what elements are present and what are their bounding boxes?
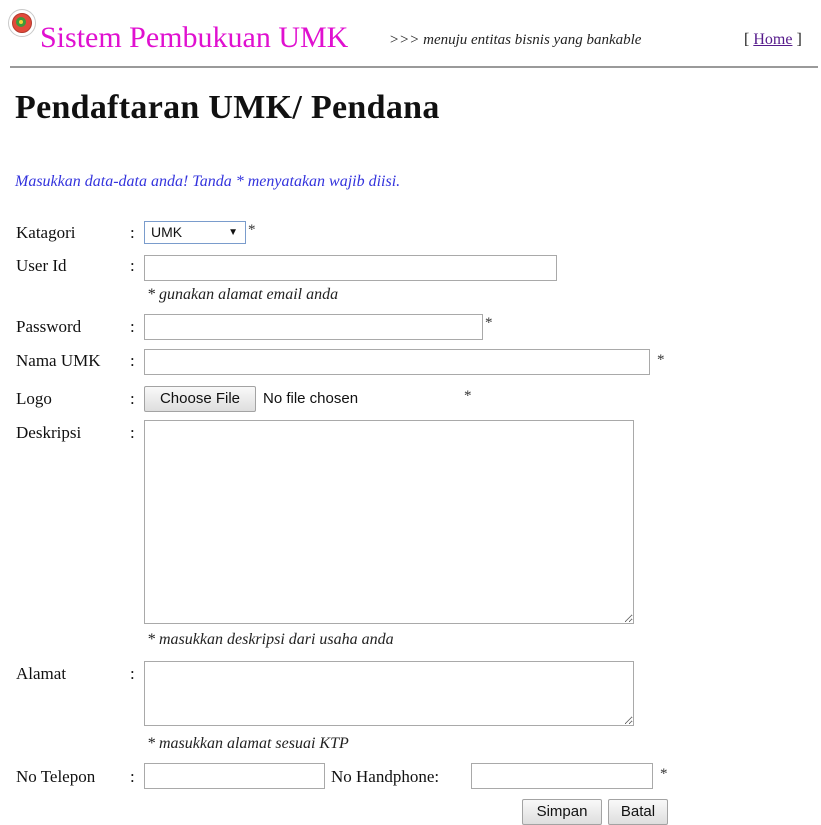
user-id-input[interactable]	[144, 255, 557, 281]
no-handphone-required: *	[660, 766, 668, 782]
password-label: Password	[16, 317, 82, 336]
deskripsi-label: Deskripsi	[16, 423, 82, 442]
deskripsi-textarea[interactable]	[144, 420, 634, 624]
kategori-colon: :	[130, 223, 135, 242]
form-instructions: Masukkan data-data anda! Tanda * menyata…	[15, 173, 401, 190]
site-logo	[8, 9, 36, 37]
no-telepon-label: No Telepon	[16, 767, 96, 786]
deskripsi-hint: * masukkan deskripsi dari usaha anda	[147, 631, 394, 648]
nama-umk-colon: :	[130, 351, 135, 370]
kategori-select[interactable]: UMK ▼	[144, 221, 246, 244]
no-handphone-label: No Handphone:	[331, 767, 440, 786]
password-colon: :	[130, 317, 135, 336]
kategori-selected-value: UMK	[151, 224, 183, 240]
alamat-textarea[interactable]	[144, 661, 634, 726]
logo-colon: :	[130, 389, 135, 408]
nama-umk-required: *	[657, 352, 665, 368]
password-required: *	[485, 315, 493, 331]
nama-umk-label: Nama UMK	[16, 351, 101, 370]
batal-button[interactable]: Batal	[608, 799, 668, 825]
home-link[interactable]: Home	[753, 31, 792, 48]
no-telepon-input[interactable]	[144, 763, 325, 789]
file-status: No file chosen	[263, 390, 359, 407]
home-nav: [ Home ]	[744, 30, 802, 50]
alamat-hint: * masukkan alamat sesuai KTP	[147, 735, 349, 752]
choose-file-button[interactable]: Choose File	[144, 386, 256, 412]
user-id-colon: :	[130, 256, 135, 275]
alamat-colon: :	[130, 664, 135, 683]
user-id-hint: * gunakan alamat email anda	[147, 286, 339, 303]
simpan-button[interactable]: Simpan	[522, 799, 602, 825]
logo-label: Logo	[16, 389, 52, 408]
chevron-down-icon: ▼	[228, 227, 238, 238]
deskripsi-colon: :	[130, 423, 135, 442]
no-handphone-input[interactable]	[471, 763, 653, 789]
nama-umk-input[interactable]	[144, 349, 650, 375]
home-bracket-open: [	[744, 31, 754, 48]
logo-required: *	[464, 388, 472, 404]
alamat-label: Alamat	[16, 664, 67, 683]
header-divider	[10, 66, 818, 68]
password-input[interactable]	[144, 314, 483, 340]
site-title: Sistem Pembukuan UMK	[40, 21, 349, 54]
site-tagline: >>> menuju entitas bisnis yang bankable	[389, 32, 642, 48]
kategori-required: *	[248, 222, 256, 238]
kategori-label: Katagori	[16, 223, 76, 242]
page-title: Pendaftaran UMK/ Pendana	[15, 89, 440, 126]
home-bracket-close: ]	[792, 31, 802, 48]
no-telepon-colon: :	[130, 767, 135, 786]
user-id-label: User Id	[16, 256, 67, 275]
